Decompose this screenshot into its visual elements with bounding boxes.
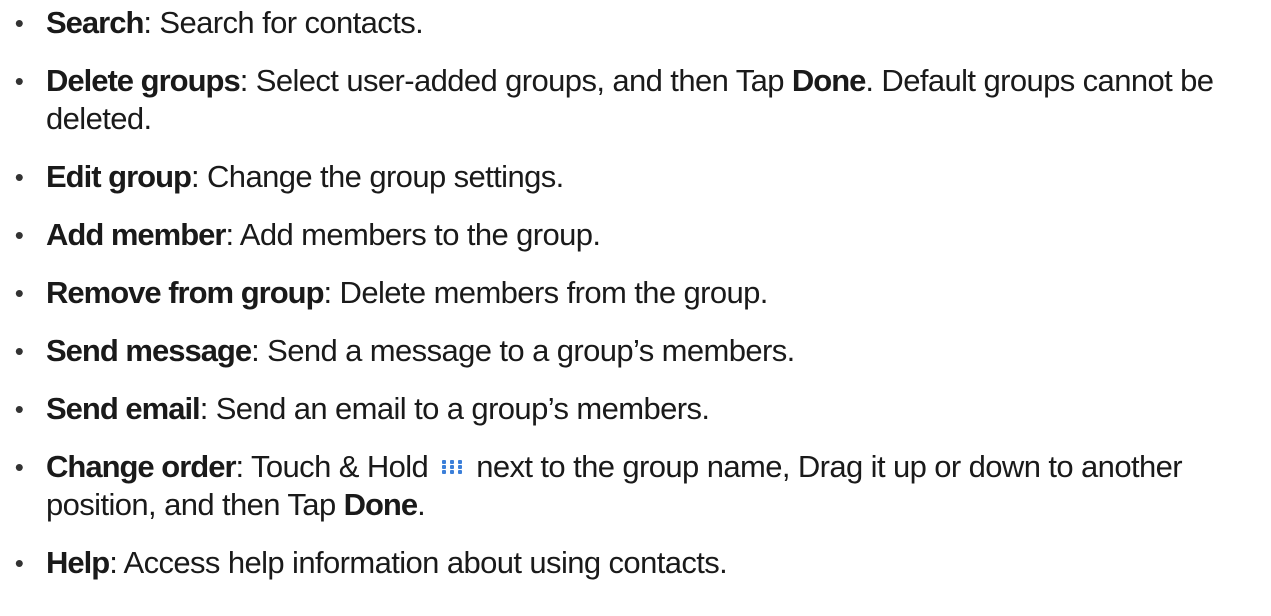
description: : Send a message to a group’s members. <box>251 333 795 368</box>
term: Add member <box>46 217 226 252</box>
term: Help <box>46 545 110 580</box>
list-item-help: • Help: Access help information about us… <box>0 544 1261 582</box>
description: : Change the group settings. <box>190 159 564 194</box>
term: Search <box>46 5 144 40</box>
bullet: • <box>14 66 24 96</box>
done-term: Done <box>343 487 418 522</box>
description: : Search for contacts. <box>143 5 424 40</box>
term: Send email <box>46 391 201 426</box>
list-item-edit-group: • Edit group: Change the group settings. <box>0 158 1261 196</box>
term: Remove from group <box>46 275 325 310</box>
description: : Send an email to a group’s members. <box>199 391 710 426</box>
description: : Access help information about using co… <box>109 545 728 580</box>
bullet: • <box>14 278 24 308</box>
description: : Add members to the group. <box>225 217 601 252</box>
list-item-send-message: • Send message: Send a message to a grou… <box>0 332 1261 370</box>
bullet: • <box>14 336 24 366</box>
term: Send message <box>46 333 252 368</box>
description-end: . <box>417 487 426 522</box>
list-item-change-order: • Change order: Touch & Hold next to the… <box>0 448 1261 524</box>
list-item-send-email: • Send email: Send an email to a group’s… <box>0 390 1261 428</box>
description: : Touch & Hold <box>235 449 437 484</box>
list-item-add-member: • Add member: Add members to the group. <box>0 216 1261 254</box>
term: Change order <box>46 449 237 484</box>
drag-handle-icon <box>442 459 463 474</box>
term: Delete groups <box>46 63 241 98</box>
description: : Delete members from the group. <box>323 275 769 310</box>
list-item-delete-groups: • Delete groups: Select user-added group… <box>0 62 1261 138</box>
done-term: Done <box>791 63 866 98</box>
description: : Select user-added groups, and then Tap <box>239 63 792 98</box>
bullet: • <box>14 8 24 38</box>
term: Edit group <box>46 159 192 194</box>
bullet: • <box>14 452 24 482</box>
list-item-remove-from-group: • Remove from group: Delete members from… <box>0 274 1261 312</box>
list-item-search: • Search: Search for contacts. <box>0 4 1261 42</box>
bullet: • <box>14 162 24 192</box>
option-list: • Search: Search for contacts. • Delete … <box>0 4 1271 582</box>
bullet: • <box>14 394 24 424</box>
bullet: • <box>14 548 24 578</box>
bullet: • <box>14 220 24 250</box>
